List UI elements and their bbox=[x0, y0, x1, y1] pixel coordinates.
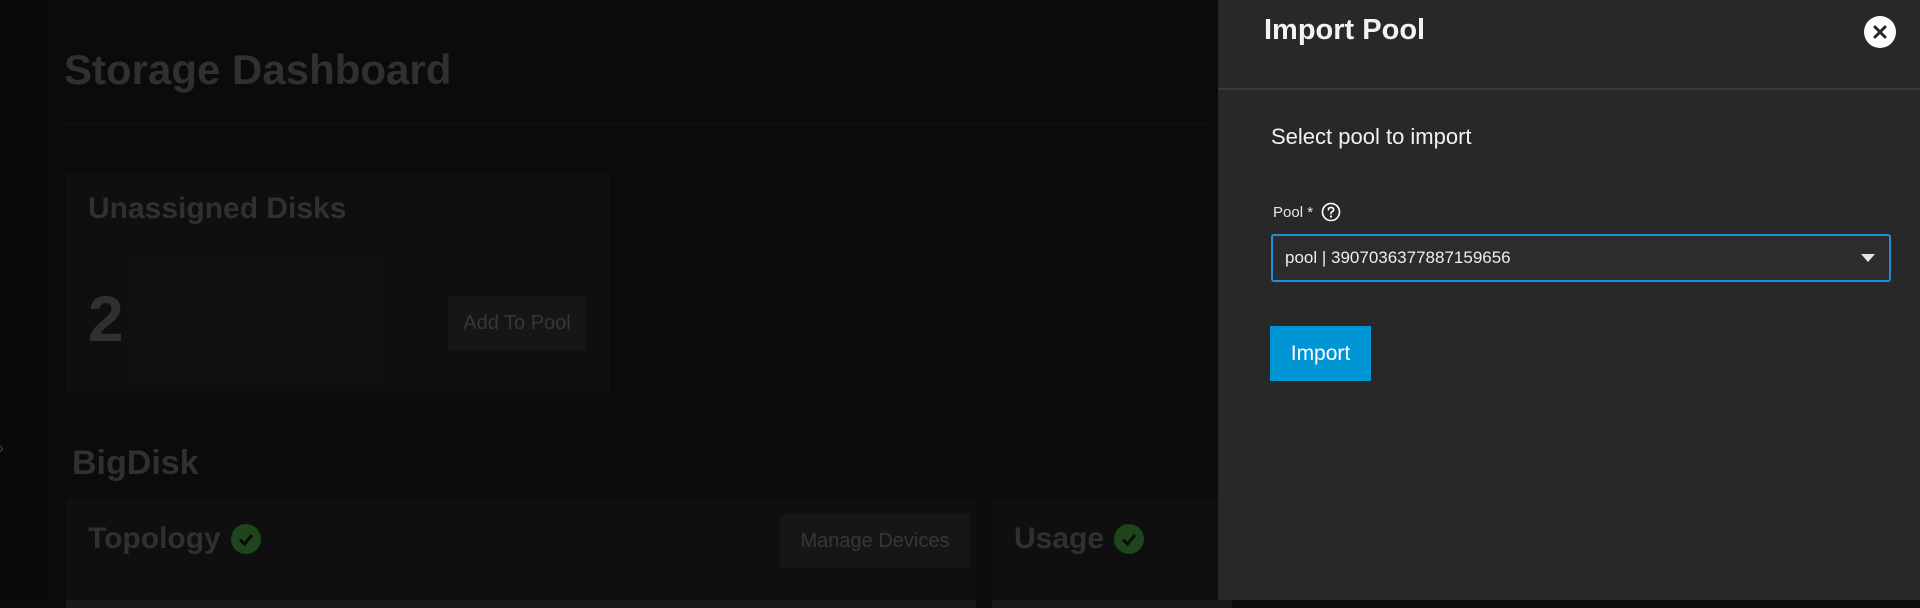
pool-select-value: pool | 3907036377887159656 bbox=[1285, 248, 1511, 267]
close-icon bbox=[1873, 25, 1887, 39]
help-circle-icon[interactable] bbox=[1321, 202, 1341, 222]
import-pool-panel: Import Pool Select pool to import Pool *… bbox=[1218, 0, 1920, 600]
import-button[interactable]: Import bbox=[1270, 326, 1371, 381]
form-heading: Select pool to import bbox=[1271, 124, 1472, 149]
pool-select[interactable]: pool | 3907036377887159656 bbox=[1271, 234, 1891, 282]
pool-field-label: Pool * bbox=[1273, 203, 1314, 221]
modal-backdrop[interactable] bbox=[0, 0, 1218, 600]
caret-down-icon bbox=[1861, 254, 1875, 262]
close-button[interactable] bbox=[1864, 16, 1896, 48]
panel-title: Import Pool bbox=[1264, 14, 1426, 46]
panel-header: Import Pool bbox=[1218, 0, 1920, 90]
pool-field-label-row: Pool * bbox=[1273, 202, 1341, 222]
